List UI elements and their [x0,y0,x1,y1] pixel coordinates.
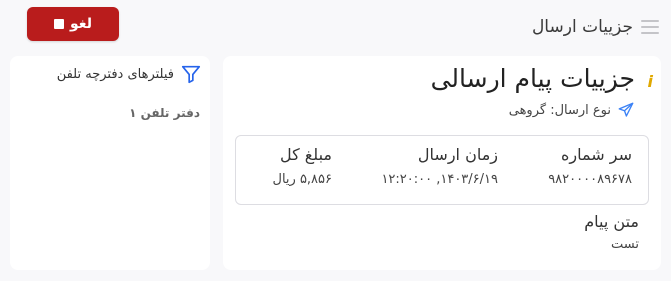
time-label: زمان ارسال [417,145,498,164]
filter-header: فیلترهای دفترچه تلفن [57,63,202,85]
page-title: جزییات ارسال [531,17,633,37]
cancel-label: لغو [70,16,92,32]
time-value: ۱۴۰۳/۶/۱۹, ۱۲:۲۰:۰۰ [381,172,498,187]
prefix-label: سر شماره [561,145,632,164]
phonebook-item[interactable]: دفتر تلفن ۱ [129,106,200,120]
amount-label: مبلغ کل [279,145,332,164]
prefix-column: سر شماره ۹۸۲۰۰۰۰۸۹۶۷۸ [548,145,632,187]
phonebook-filter-panel: فیلترهای دفترچه تلفن دفتر تلفن ۱ [10,56,210,270]
menu-icon[interactable] [641,20,659,36]
message-text-label: متن پیام [584,212,639,231]
prefix-value: ۹۸۲۰۰۰۰۸۹۶۷۸ [548,172,632,187]
cancel-button[interactable]: لغو [27,7,119,41]
filter-icon [181,65,201,84]
message-text-value: تست [611,237,639,252]
amount-column: مبلغ کل ۵,۸۵۶ ریال [273,145,333,187]
details-box: سر شماره ۹۸۲۰۰۰۰۸۹۶۷۸ زمان ارسال ۱۴۰۳/۶/… [235,135,649,205]
info-icon: i [647,72,653,91]
amount-value: ۵,۸۵۶ ریال [272,172,333,187]
send-type-text: نوع ارسال: گروهی [508,102,611,118]
message-details-card: i جزییات پیام ارسالی نوع ارسال: گروهی سر… [223,56,661,270]
top-bar: جزییات ارسال لغو [0,0,671,56]
stop-icon [54,19,65,29]
page: جزییات ارسال لغو i جزییات پیام ارسالی نو… [0,0,671,281]
send-type-row: نوع ارسال: گروهی [509,101,635,119]
time-column: زمان ارسال ۱۴۰۳/۶/۱۹, ۱۲:۲۰:۰۰ [381,145,498,187]
filter-title: فیلترهای دفترچه تلفن [56,66,174,82]
send-icon [618,102,634,117]
card-title: جزییات پیام ارسالی [430,64,635,93]
